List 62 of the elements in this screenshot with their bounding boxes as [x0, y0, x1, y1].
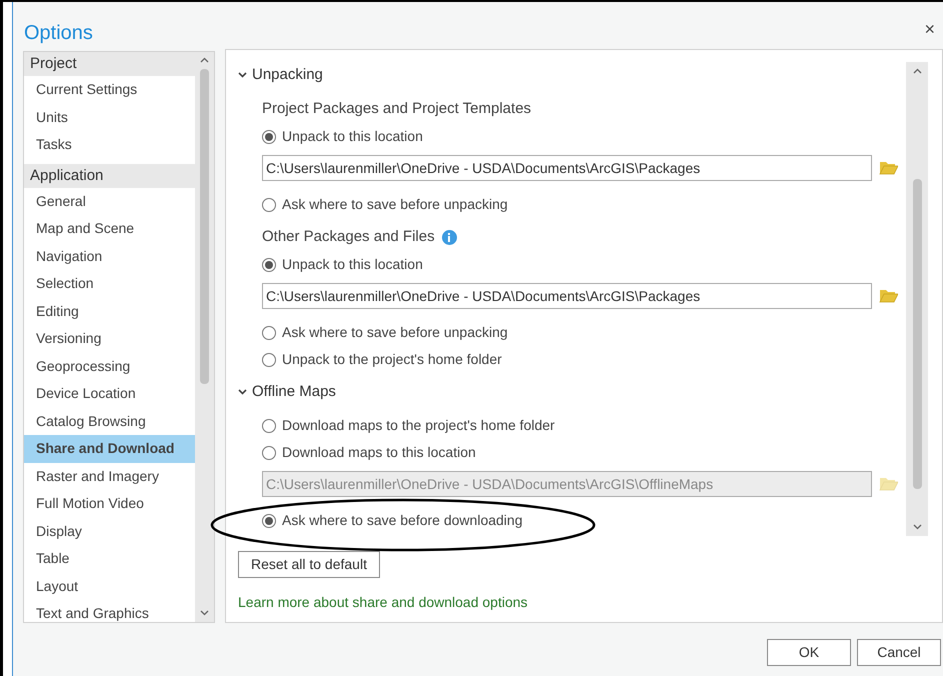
radio-button[interactable] [262, 198, 276, 212]
sidebar-group-header: Application [24, 164, 195, 188]
radio-label: Ask where to save before unpacking [282, 323, 508, 342]
section-title: Offline Maps [252, 382, 336, 402]
scrollbar[interactable] [195, 52, 214, 622]
scroll-down-icon[interactable] [200, 610, 209, 616]
radio-label: Download maps to this location [282, 443, 476, 462]
scroll-up-icon[interactable] [200, 57, 209, 63]
sidebar-item[interactable]: Geoprocessing [24, 352, 195, 380]
radio-button[interactable] [262, 130, 276, 144]
radio-button[interactable] [262, 446, 276, 460]
help-link[interactable]: Learn more about share and download options [238, 592, 528, 613]
radio-button[interactable] [262, 352, 276, 366]
sidebar-item[interactable]: Share and Download [24, 435, 195, 462]
sidebar-item[interactable]: Navigation [24, 242, 195, 270]
group-heading: Other Packages and Files [262, 226, 435, 247]
sidebar-item[interactable]: Units [24, 104, 195, 131]
sidebar-item[interactable]: Tasks [24, 131, 195, 158]
window-title: Options [24, 21, 93, 46]
sidebar-group-header: Project [24, 52, 195, 76]
radio-label: Unpack to this location [282, 255, 423, 274]
dialog-button[interactable]: Cancel [857, 639, 941, 666]
scroll-up-icon[interactable] [912, 68, 922, 74]
sidebar-item[interactable]: General [24, 188, 195, 215]
group-heading: Project Packages and Project Templates [262, 98, 532, 119]
sidebar-item[interactable]: Full Motion Video [24, 490, 195, 518]
radio-button[interactable] [262, 418, 276, 432]
radio-button[interactable] [262, 258, 276, 272]
chevron-icon[interactable] [238, 389, 247, 395]
sidebar-item[interactable]: Editing [24, 298, 195, 325]
info-icon[interactable] [442, 230, 457, 244]
radio-button[interactable] [262, 326, 276, 340]
radio-label: Unpack to the project's home folder [282, 350, 502, 369]
reset-button[interactable]: Reset all to default [238, 551, 380, 578]
sidebar-item[interactable]: Catalog Browsing [24, 408, 195, 435]
sidebar-item[interactable]: Text and Graphics [24, 600, 195, 622]
sidebar-item[interactable]: Table [24, 545, 195, 572]
folder-icon[interactable] [879, 288, 898, 303]
sidebar-item[interactable]: Layout [24, 572, 195, 600]
radio-label: Ask where to save before downloading [282, 511, 522, 530]
scroll-down-icon[interactable] [912, 524, 922, 530]
close-button[interactable]: × [920, 16, 939, 43]
radio-button[interactable] [262, 514, 276, 528]
sidebar-item[interactable]: Map and Scene [24, 215, 195, 242]
path-field[interactable]: C:\Users\laurenmiller\OneDrive - USDA\Documents\ArcGIS\Packages [262, 282, 872, 308]
folder-icon[interactable] [879, 160, 898, 175]
scrollbar-thumb[interactable] [200, 69, 209, 384]
sidebar-item[interactable]: Device Location [24, 380, 195, 408]
scrollbar-thumb[interactable] [912, 179, 922, 489]
sidebar-item[interactable]: Raster and Imagery [24, 462, 195, 490]
sidebar-item[interactable]: Display [24, 518, 195, 545]
radio-label: Unpack to this location [282, 127, 423, 146]
dialog-button[interactable]: OK [767, 639, 851, 666]
sidebar-item[interactable]: Selection [24, 270, 195, 298]
radio-label: Download maps to the project's home folder [282, 416, 555, 435]
section-title: Unpacking [252, 64, 323, 85]
sidebar-item[interactable]: Versioning [24, 325, 195, 352]
chevron-icon[interactable] [238, 72, 247, 78]
sidebar-item[interactable]: Current Settings [24, 76, 195, 104]
scrollbar[interactable] [906, 62, 928, 536]
radio-label: Ask where to save before unpacking [282, 195, 508, 214]
path-field[interactable]: C:\Users\laurenmiller\OneDrive - USDA\Documents\ArcGIS\Packages [262, 154, 872, 180]
